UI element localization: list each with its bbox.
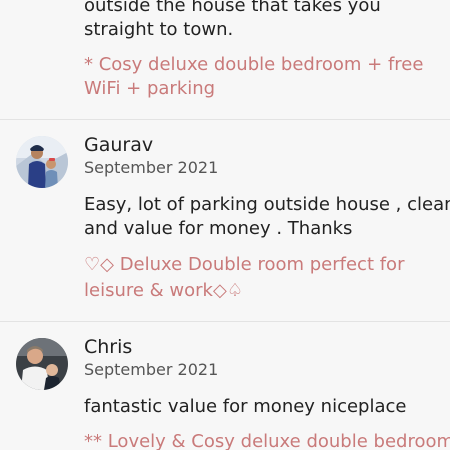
listing-link[interactable]: ♡◇ Deluxe Double room perfect for	[84, 253, 404, 277]
avatar-photo	[16, 338, 68, 390]
avatar[interactable]	[16, 338, 68, 390]
previous-review: outside the house that takes you straigh…	[0, 0, 450, 119]
review-text-line: fantastic value for money niceplace	[84, 396, 407, 417]
review-date: September 2021	[84, 158, 219, 177]
review-text-line: and value for money . Thanks	[84, 218, 353, 239]
review-item: Gaurav September 2021 Easy, lot of parki…	[0, 120, 450, 320]
review-date: September 2021	[84, 360, 219, 379]
listing-link[interactable]: WiFi + parking	[84, 77, 215, 101]
review-text-line: outside the house that takes you	[84, 0, 381, 16]
review-text-line: Easy, lot of parking outside house , cle…	[84, 194, 450, 215]
reviews-screen: outside the house that takes you straigh…	[0, 0, 450, 450]
listing-link[interactable]: ** Lovely & Cosy deluxe double bedroom	[84, 430, 450, 450]
avatar-photo	[16, 136, 68, 188]
review-item: Chris September 2021 fantastic value for…	[0, 322, 450, 450]
avatar[interactable]	[16, 136, 68, 188]
listing-link[interactable]: * Cosy deluxe double bedroom + free	[84, 53, 423, 77]
listing-link[interactable]: leisure & work◇♤	[84, 279, 243, 303]
reviewer-name: Chris	[84, 336, 133, 358]
review-text-line: straight to town.	[84, 19, 234, 40]
reviewer-name: Gaurav	[84, 134, 154, 156]
